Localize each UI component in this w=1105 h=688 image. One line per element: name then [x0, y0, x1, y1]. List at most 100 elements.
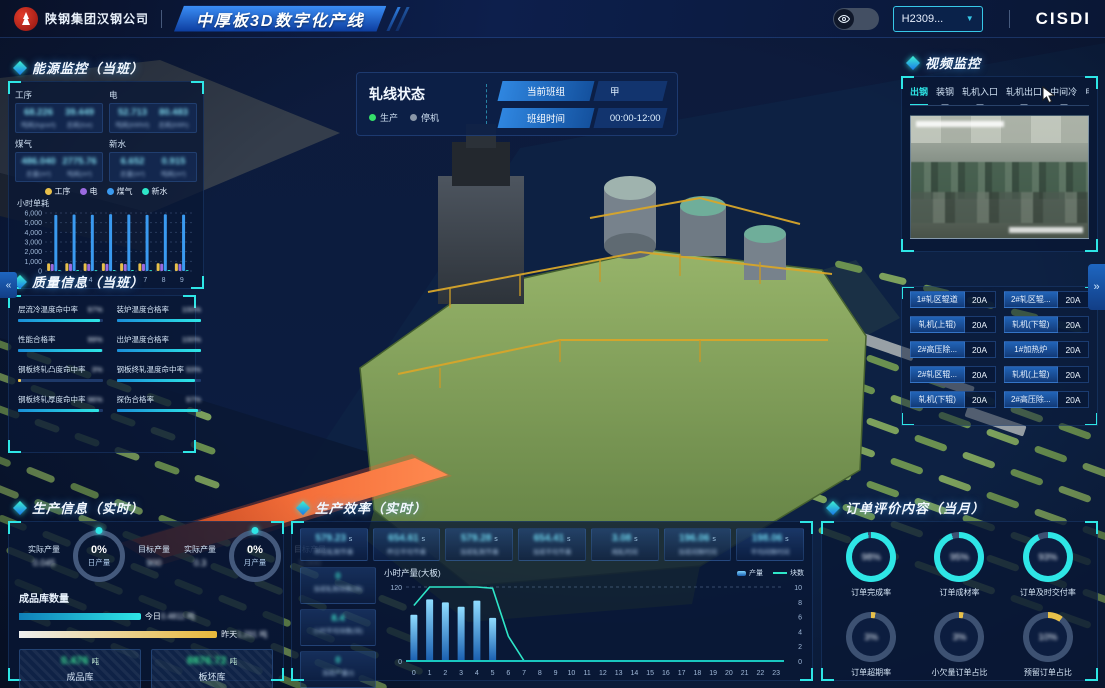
svg-text:19: 19	[709, 670, 717, 677]
equipment-name-button[interactable]: 1#加热炉	[1004, 341, 1059, 358]
svg-text:2: 2	[443, 670, 447, 677]
donut-value: 10%	[1023, 612, 1073, 662]
status-info-value: 00:00-12:00	[594, 108, 668, 128]
quality-metric-label: 钢板终轧温度命中率	[117, 364, 185, 375]
camera-tab-2[interactable]: 装钢	[936, 85, 954, 100]
gauge-left-label: 实际产量	[177, 544, 223, 555]
svg-text:1,000: 1,000	[24, 259, 42, 266]
gauge-dot	[96, 527, 103, 534]
equipment-name-button[interactable]: 2#轧区辊...	[1004, 291, 1059, 308]
legend-dot	[107, 188, 114, 195]
svg-text:6: 6	[506, 670, 510, 677]
quality-metric-label: 探伤合格率	[117, 394, 155, 405]
top-bar: 陕钢集团汉钢公司 中厚板3D数字化产线 H2309... ▼ CISDI	[0, 0, 1105, 38]
svg-text:2,000: 2,000	[24, 249, 42, 256]
order-donut: 98% 订单完成率	[830, 532, 912, 598]
energy-group-box: 68.226吨耗(kgce/t)39.449总耗(tce)	[15, 103, 103, 133]
company-logo-icon	[14, 7, 38, 31]
quality-metric-value: 99%	[88, 335, 103, 344]
svg-text:14: 14	[630, 670, 638, 677]
donut-ring: 95%	[934, 532, 984, 582]
donut-value: 93%	[1023, 532, 1073, 582]
equipment-current-value: 20A	[1058, 366, 1089, 383]
quality-metric: 出炉温度合格率100%	[117, 334, 202, 352]
quality-progress-fill	[117, 409, 199, 412]
energy-chart-label: 小时单耗	[17, 198, 197, 209]
warehouse-box[interactable]: 8876.72 吨板坯库	[151, 649, 273, 688]
svg-text:13: 13	[615, 670, 623, 677]
donut-label: 订单完成率	[851, 587, 891, 598]
camera-tab-4[interactable]: 轧机出口	[1006, 85, 1042, 100]
chart-legend-item: 块数	[773, 568, 804, 578]
quality-metric: 钢板终轧温度命中率93%	[117, 364, 202, 382]
svg-text:10: 10	[794, 585, 802, 592]
energy-group-box: 6.652总量(m³)0.915吨耗(m³)	[109, 152, 197, 182]
equipment-name-button[interactable]: 2#轧区辊...	[910, 366, 965, 383]
camera-tab-1[interactable]: 出钢	[910, 85, 928, 100]
equipment-row: 轧机(上辊)20A轧机(下辊)20A	[910, 316, 1089, 333]
equipment-current-value: 20A	[1058, 391, 1089, 408]
gauge-dot	[252, 527, 259, 534]
svg-text:7: 7	[143, 277, 147, 284]
svg-text:5: 5	[491, 670, 495, 677]
efficiency-stat: 579.28 s当班轧制节奏	[445, 528, 513, 561]
quality-metric-label: 钢板终轧厚度命中率	[18, 394, 86, 405]
equipment-name-button[interactable]: 轧机(下辊)	[910, 391, 965, 408]
status-divider	[486, 84, 488, 124]
quality-progress-track	[117, 379, 202, 382]
equipment-row: 1#轧区辊道20A2#轧区辊...20A	[910, 291, 1089, 308]
production-gauges: 实际产量0.0450%日产量目标产量900实际产量0.30%月产量目标产量5,0…	[19, 530, 273, 582]
equipment-current-value: 20A	[965, 291, 996, 308]
collapse-tab-right[interactable]: »	[1088, 264, 1105, 310]
efficiency-stat: 196.06 s当班间隙时间	[664, 528, 732, 561]
inventory-bar: 今日0.4811 吨	[19, 611, 273, 622]
warehouse-box[interactable]: 0.476 吨成品库	[19, 649, 141, 688]
energy-cell: 0.915吨耗(m³)	[153, 156, 194, 178]
svg-text:0: 0	[798, 659, 802, 666]
equipment-item: 轧机(上辊)20A	[910, 316, 996, 333]
warehouse-boxes: 0.476 吨成品库 8876.72 吨板坯库	[19, 649, 273, 688]
quality-progress-track	[117, 319, 202, 322]
equipment-name-button[interactable]: 2#高压除...	[1004, 391, 1059, 408]
gauge-name: 日产量	[88, 557, 111, 568]
camera-tab-3[interactable]: 轧机入口	[962, 85, 998, 100]
energy-legend-item: 电	[80, 186, 98, 197]
equipment-list: 1#轧区辊道20A2#轧区辊...20A轧机(上辊)20A轧机(下辊)20A2#…	[910, 291, 1089, 408]
status-info-row: 当前班组甲	[500, 81, 665, 101]
svg-text:12: 12	[599, 670, 607, 677]
gauge-left-label: 实际产量	[21, 544, 67, 555]
equipment-row: 2#高压除...20A1#加热炉20A	[910, 341, 1089, 358]
energy-group-name: 煤气	[15, 138, 103, 150]
donut-ring: 98%	[846, 532, 896, 582]
quality-metric: 探伤合格率97%	[117, 394, 202, 412]
svg-text:20: 20	[725, 670, 733, 677]
camera-osd-label	[1009, 227, 1083, 233]
order-donut-charts: 98%订单完成率95%订单成材率93%订单及时交付率3%订单超期率3%小欠量订单…	[830, 532, 1089, 678]
visibility-toggle[interactable]	[833, 8, 879, 30]
equipment-current-value: 20A	[965, 341, 996, 358]
equipment-name-button[interactable]: 2#高压除...	[910, 341, 965, 358]
chart-legend-item: 产量	[737, 568, 763, 578]
equipment-name-button[interactable]: 轧机(上辊)	[1004, 366, 1059, 383]
quality-metric-value: 93%	[186, 365, 201, 374]
energy-group-box: 486.040总量(m³)2775.76吨耗(m³)	[15, 152, 103, 182]
quality-metric-value: 100%	[182, 335, 201, 344]
camera-tab-5[interactable]: 中间冷	[1050, 85, 1077, 100]
line-select-dropdown[interactable]: H2309... ▼	[893, 6, 983, 32]
gauge-right-label: 目标产量	[131, 544, 177, 555]
equipment-name-button[interactable]: 1#轧区辊道	[910, 291, 965, 308]
dashboard-root: 陕钢集团汉钢公司 中厚板3D数字化产线 H2309... ▼ CISDI	[0, 0, 1105, 688]
energy-group: 新水6.652总量(m³)0.915吨耗(m³)	[109, 137, 197, 182]
camera-tab-6[interactable]: 电动辊	[1085, 85, 1089, 100]
camera-tabs: 出钢装钢轧机入口轧机出口中间冷 电动辊	[910, 85, 1089, 106]
energy-cell: 68.226吨耗(kgce/t)	[18, 107, 59, 129]
camera-feed[interactable]	[910, 115, 1089, 239]
equipment-name-button[interactable]: 轧机(下辊)	[1004, 316, 1059, 333]
quality-progress-fill	[18, 409, 99, 412]
svg-text:120: 120	[390, 585, 402, 592]
donut-ring: 10%	[1023, 612, 1073, 662]
equipment-name-button[interactable]: 轧机(上辊)	[910, 316, 965, 333]
collapse-tab-left[interactable]: «	[0, 272, 17, 298]
header-divider	[1009, 10, 1010, 28]
energy-monitor-panel: 能源监控（当班） 工序68.226吨耗(kgce/t)39.449总耗(tce)…	[8, 81, 204, 289]
